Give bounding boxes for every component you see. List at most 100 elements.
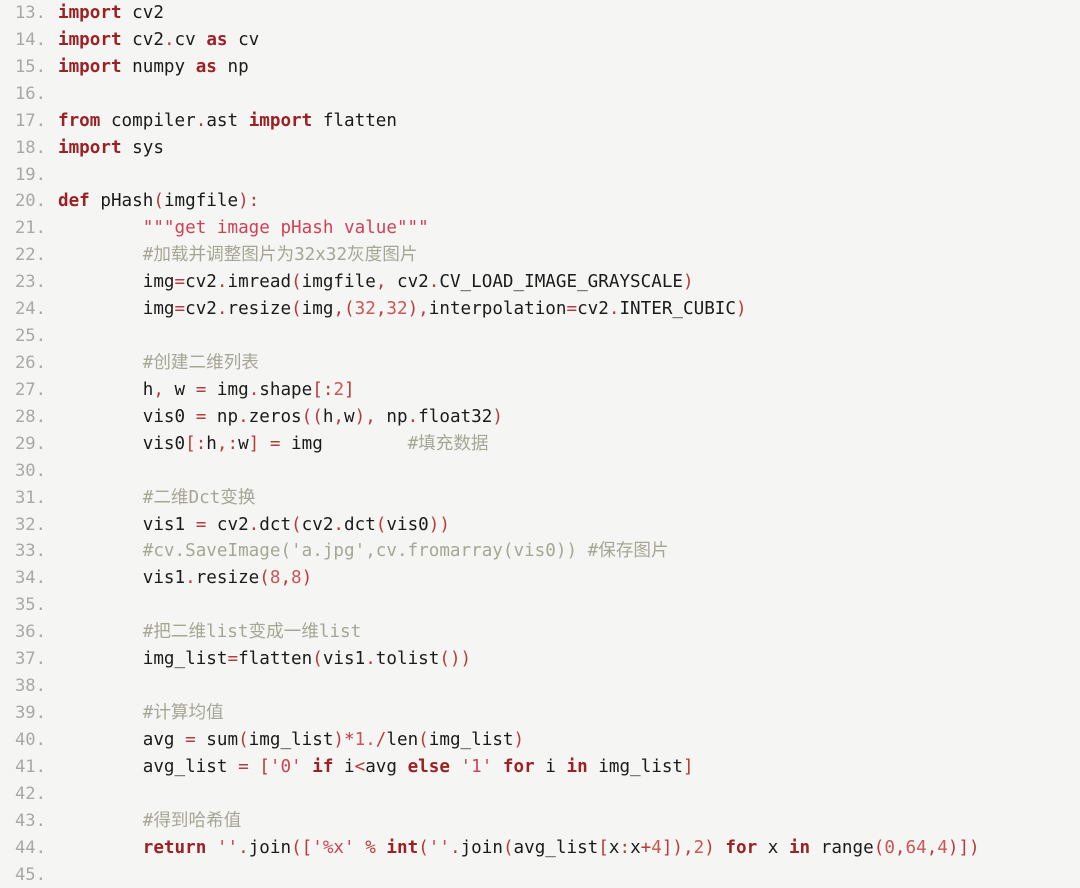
token-num: 64 bbox=[906, 838, 927, 858]
code-line: 24. img=cv2.resize(img,(32,32),interpola… bbox=[0, 296, 1080, 323]
line-number: 24. bbox=[0, 296, 58, 323]
token-pl: shape bbox=[259, 380, 312, 400]
token-pl bbox=[58, 703, 143, 723]
token-op: ) bbox=[492, 407, 503, 427]
code-line: 20.def pHash(imgfile): bbox=[0, 188, 1080, 215]
token-op: )) bbox=[429, 515, 450, 535]
line-number: 33. bbox=[0, 538, 58, 565]
code-line: 31. #二维Dct变换 bbox=[0, 485, 1080, 512]
token-op: . bbox=[365, 649, 376, 669]
line-number: 40. bbox=[0, 727, 58, 754]
code-line: 30. bbox=[0, 458, 1080, 485]
line-number: 37. bbox=[0, 646, 58, 673]
token-pl: h bbox=[58, 380, 153, 400]
token-num: 2 bbox=[333, 380, 344, 400]
token-pl: cv2 bbox=[122, 30, 164, 50]
code-viewer[interactable]: 13.import cv214.import cv2.cv as cv15.im… bbox=[0, 0, 1080, 882]
token-kw: from bbox=[58, 111, 100, 131]
token-op: ): bbox=[238, 191, 259, 211]
token-pl: imgfile bbox=[164, 191, 238, 211]
token-op: % bbox=[365, 838, 376, 858]
token-pl: cv bbox=[175, 30, 207, 50]
token-op: )* bbox=[333, 730, 354, 750]
token-op: . bbox=[450, 838, 461, 858]
line-number: 45. bbox=[0, 862, 58, 888]
code-line: 18.import sys bbox=[0, 135, 1080, 162]
code-line: 34. vis1.resize(8,8) bbox=[0, 565, 1080, 592]
token-op: ( bbox=[291, 299, 302, 319]
line-number: 29. bbox=[0, 431, 58, 458]
code-line-text: vis1.resize(8,8) bbox=[58, 568, 312, 588]
token-op: = bbox=[196, 515, 207, 535]
token-pl: img bbox=[280, 434, 407, 454]
code-line: 36. #把二维list变成一维list bbox=[0, 619, 1080, 646]
code-line: 27. h, w = img.shape[:2] bbox=[0, 377, 1080, 404]
token-op: . bbox=[196, 111, 207, 131]
code-line: 41. avg_list = ['0' if i<avg else '1' fo… bbox=[0, 754, 1080, 781]
token-op: ([ bbox=[291, 838, 312, 858]
code-line-text: def pHash(imgfile): bbox=[58, 191, 259, 211]
token-pl: join bbox=[461, 838, 503, 858]
token-pl: sum bbox=[196, 730, 238, 750]
line-number: 42. bbox=[0, 781, 58, 808]
token-op: + bbox=[641, 838, 652, 858]
token-op: ), bbox=[355, 407, 376, 427]
token-op: . bbox=[238, 407, 249, 427]
code-line-text: #加载并调整图片为32x32灰度图片 bbox=[58, 245, 417, 265]
code-line: 43. #得到哈希值 bbox=[0, 808, 1080, 835]
code-line: 21. """get image pHash value""" bbox=[0, 215, 1080, 242]
token-pl: CV_LOAD_IMAGE_GRAYSCALE bbox=[439, 272, 683, 292]
token-op: )]) bbox=[948, 838, 980, 858]
token-op: , bbox=[376, 299, 387, 319]
code-line-text: avg = sum(img_list)*1./len(img_list) bbox=[58, 730, 524, 750]
token-num: 1. bbox=[355, 730, 376, 750]
token-pl: x bbox=[757, 838, 789, 858]
code-line: 23. img=cv2.imread(imgfile, cv2.CV_LOAD_… bbox=[0, 269, 1080, 296]
line-number: 39. bbox=[0, 700, 58, 727]
token-num: 32 bbox=[355, 299, 376, 319]
token-op: ] = bbox=[249, 434, 281, 454]
token-str: '' bbox=[429, 838, 450, 858]
token-pl bbox=[492, 757, 503, 777]
code-line: 28. vis0 = np.zeros((h,w), np.float32) bbox=[0, 404, 1080, 431]
token-op: , bbox=[153, 380, 164, 400]
token-op: . bbox=[249, 515, 260, 535]
token-pl: i bbox=[535, 757, 567, 777]
token-op: ( bbox=[503, 838, 514, 858]
line-number: 30. bbox=[0, 458, 58, 485]
token-op: , bbox=[376, 272, 387, 292]
token-op: . bbox=[217, 272, 228, 292]
token-kw: as bbox=[206, 30, 227, 50]
line-number: 44. bbox=[0, 835, 58, 862]
code-line-text: import sys bbox=[58, 138, 164, 158]
token-op: [ bbox=[312, 380, 323, 400]
token-op: [ bbox=[259, 757, 270, 777]
token-pl: img_list bbox=[58, 649, 227, 669]
code-line: 29. vis0[:h,:w] = img #填充数据 bbox=[0, 431, 1080, 458]
token-pl: imgfile bbox=[302, 272, 376, 292]
token-kw: def bbox=[58, 191, 90, 211]
token-op: = bbox=[196, 380, 207, 400]
code-line: 17.from compiler.ast import flatten bbox=[0, 108, 1080, 135]
code-line-text: import numpy as np bbox=[58, 57, 249, 77]
token-pl: resize bbox=[196, 568, 260, 588]
code-line: 44. return ''.join(['%x' % int(''.join(a… bbox=[0, 835, 1080, 862]
line-number: 28. bbox=[0, 404, 58, 431]
token-pl: compiler bbox=[100, 111, 195, 131]
token-pl: cv2 bbox=[185, 299, 217, 319]
code-line-text: h, w = img.shape[:2] bbox=[58, 380, 355, 400]
token-kw: in bbox=[566, 757, 587, 777]
token-pl: float32 bbox=[418, 407, 492, 427]
token-pl: range bbox=[810, 838, 874, 858]
token-kw: return bbox=[143, 838, 207, 858]
token-pl: img bbox=[58, 272, 175, 292]
token-pl: x bbox=[609, 838, 620, 858]
token-pl: resize bbox=[228, 299, 292, 319]
token-cmt: #计算均值 bbox=[143, 703, 224, 723]
token-op: ( bbox=[312, 649, 323, 669]
token-op: = bbox=[185, 730, 196, 750]
token-op: ) bbox=[514, 730, 525, 750]
code-line-text: #得到哈希值 bbox=[58, 811, 241, 831]
line-number: 32. bbox=[0, 512, 58, 539]
token-str: '%x' bbox=[312, 838, 354, 858]
